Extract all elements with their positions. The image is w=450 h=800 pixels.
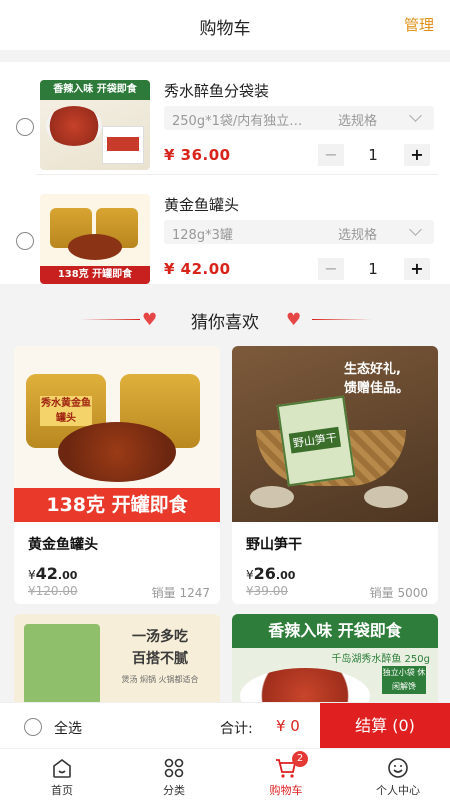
select-all-radio[interactable] <box>24 718 42 736</box>
cart-item: 香辣入味 开袋即食 秀水醉鱼分袋装 250g*1袋/内有独立… 选规格 ¥ 36… <box>0 62 450 172</box>
item-price: ¥ 36.00 <box>164 146 231 164</box>
fish-meat-image <box>68 234 122 260</box>
divider <box>36 174 438 175</box>
item-select-radio[interactable] <box>16 232 34 250</box>
currency-symbol: ¥ <box>28 568 36 582</box>
cart-count-badge: 2 <box>292 751 308 767</box>
item-price: ¥ 42.00 <box>164 260 231 278</box>
thumb-banner: 138克 开罐即食 <box>40 266 150 284</box>
quantity-value[interactable]: 1 <box>350 260 396 278</box>
sales-count: 销量 5000 <box>369 586 428 600</box>
slogan-line: 一汤多吃 <box>132 629 188 645</box>
page-title: 购物车 <box>199 19 251 39</box>
product-card[interactable]: 秀水黄金鱼罐头 138克 开罐即食 黄金鱼罐头 ¥42.00 ¥120.00 销… <box>14 346 220 604</box>
quantity-value[interactable]: 1 <box>350 146 396 164</box>
cart-item: 138克 开罐即食 黄金鱼罐头 128g*3罐 选规格 ¥ 42.00 − 1 … <box>0 176 450 286</box>
slogan-line: 馈赠佳品。 <box>344 381 410 396</box>
product-caption: 煲汤 焖锅 火锅都适合 <box>121 675 199 684</box>
spec-choose-label: 选规格 <box>338 114 378 129</box>
bowl-image <box>364 486 408 508</box>
product-banner: 香辣入味 开袋即食 <box>232 614 438 648</box>
spec-selector[interactable]: 128g*3罐 选规格 <box>164 220 434 244</box>
chevron-down-icon <box>409 223 422 236</box>
tab-profile[interactable]: 个人中心 <box>342 749 450 800</box>
cart-list: 香辣入味 开袋即食 秀水醉鱼分袋装 250g*1袋/内有独立… 选规格 ¥ 36… <box>0 62 450 284</box>
decrease-quantity-button[interactable]: − <box>318 258 344 280</box>
spec-text: 250g*1袋/内有独立… <box>172 114 303 129</box>
select-all-label[interactable]: 全选 <box>54 718 82 738</box>
tab-label: 个人中心 <box>376 784 420 797</box>
fish-meat-image <box>58 422 176 482</box>
product-image[interactable]: 一汤多吃百搭不腻 煲汤 焖锅 火锅都适合 <box>14 614 220 714</box>
checkout-bar: 全选 合计: ¥ 0 结算 (0) <box>0 702 450 749</box>
item-select-radio[interactable] <box>16 118 34 136</box>
product-name[interactable]: 黄金鱼罐头 <box>28 534 98 554</box>
recommend-header: ♥ 猜你喜欢 ♥ <box>0 304 450 334</box>
chevron-down-icon <box>409 109 422 122</box>
decrease-quantity-button[interactable]: − <box>318 144 344 166</box>
manage-button[interactable]: 管理 <box>404 14 434 35</box>
bottom-tab-bar: 首页 分类 2 购物车 个人中心 <box>0 748 450 800</box>
divider-line <box>312 319 372 320</box>
increase-quantity-button[interactable]: + <box>404 258 430 280</box>
item-name[interactable]: 秀水醉鱼分袋装 <box>164 80 269 101</box>
profile-icon <box>388 758 408 778</box>
original-price: ¥39.00 <box>246 584 288 598</box>
home-icon <box>53 759 71 778</box>
spec-choose-label: 选规格 <box>338 228 378 243</box>
tab-home[interactable]: 首页 <box>6 749 118 800</box>
tab-label: 首页 <box>51 784 73 797</box>
package-label: 野山笋干 <box>288 426 342 454</box>
checkout-button[interactable]: 结算 (0) <box>320 703 450 749</box>
product-image[interactable]: 生态好礼, 馈赠佳品。 野山笋干 <box>232 346 438 522</box>
price-decimal: .00 <box>275 569 296 582</box>
item-name[interactable]: 黄金鱼罐头 <box>164 194 239 215</box>
recommend-title: 猜你喜欢 <box>191 313 259 333</box>
slogan-line: 生态好礼, <box>344 362 401 377</box>
slogan-line: 百搭不腻 <box>132 651 188 667</box>
product-name[interactable]: 野山笋干 <box>246 534 302 554</box>
currency-symbol: ¥ <box>246 568 254 582</box>
product-image[interactable]: 秀水黄金鱼罐头 138克 开罐即食 <box>14 346 220 522</box>
product-tag: 独立小袋 休闲解馋 <box>382 666 426 694</box>
spec-selector[interactable]: 250g*1袋/内有独立… 选规格 <box>164 106 434 130</box>
product-price: ¥26.00 <box>246 564 295 583</box>
fish-plate-image <box>46 106 102 146</box>
spec-text: 128g*3罐 <box>172 228 233 243</box>
price-integer: 42 <box>35 564 58 583</box>
package-image: 野山笋干 <box>276 395 356 487</box>
price-decimal: .00 <box>57 569 78 582</box>
product-thumbnail[interactable]: 138克 开罐即食 <box>40 194 150 284</box>
product-banner: 138克 开罐即食 <box>14 488 220 522</box>
product-slogan: 一汤多吃 百搭不腻 <box>110 626 210 670</box>
can-label: 秀水黄金鱼罐头 <box>40 396 92 426</box>
tab-category[interactable]: 分类 <box>118 749 230 800</box>
product-price: ¥42.00 <box>28 564 77 583</box>
sales-count: 销量 1247 <box>151 586 210 600</box>
category-icon <box>164 758 184 778</box>
price-integer: 26 <box>253 564 276 583</box>
total-label: 合计: <box>220 721 253 737</box>
increase-quantity-button[interactable]: + <box>404 144 430 166</box>
product-image[interactable]: 香辣入味 开袋即食 千岛湖秀水醉鱼 250g 独立小袋 休闲解馋 <box>232 614 438 714</box>
tab-label: 分类 <box>163 784 185 797</box>
package-image <box>102 126 144 164</box>
product-thumbnail[interactable]: 香辣入味 开袋即食 <box>40 80 150 170</box>
heart-icon: ♥ <box>286 310 302 330</box>
product-card[interactable]: 生态好礼, 馈赠佳品。 野山笋干 野山笋干 ¥26.00 ¥39.00 销量 50… <box>232 346 438 604</box>
thumb-banner: 香辣入味 开袋即食 <box>40 80 150 100</box>
product-card[interactable]: 香辣入味 开袋即食 千岛湖秀水醉鱼 250g 独立小袋 休闲解馋 <box>232 614 438 714</box>
product-slogan: 生态好礼, 馈赠佳品。 <box>344 360 409 398</box>
package-image <box>24 624 100 714</box>
top-bar: 购物车 管理 <box>0 0 450 50</box>
tab-label: 购物车 <box>269 784 303 797</box>
bowl-image <box>250 486 294 508</box>
product-caption: 千岛湖秀水醉鱼 250g <box>331 654 430 665</box>
product-card[interactable]: 一汤多吃百搭不腻 煲汤 焖锅 火锅都适合 <box>14 614 220 714</box>
tab-cart[interactable]: 2 购物车 <box>230 749 342 800</box>
original-price: ¥120.00 <box>28 584 78 598</box>
total-amount: ¥ 0 <box>276 717 300 735</box>
